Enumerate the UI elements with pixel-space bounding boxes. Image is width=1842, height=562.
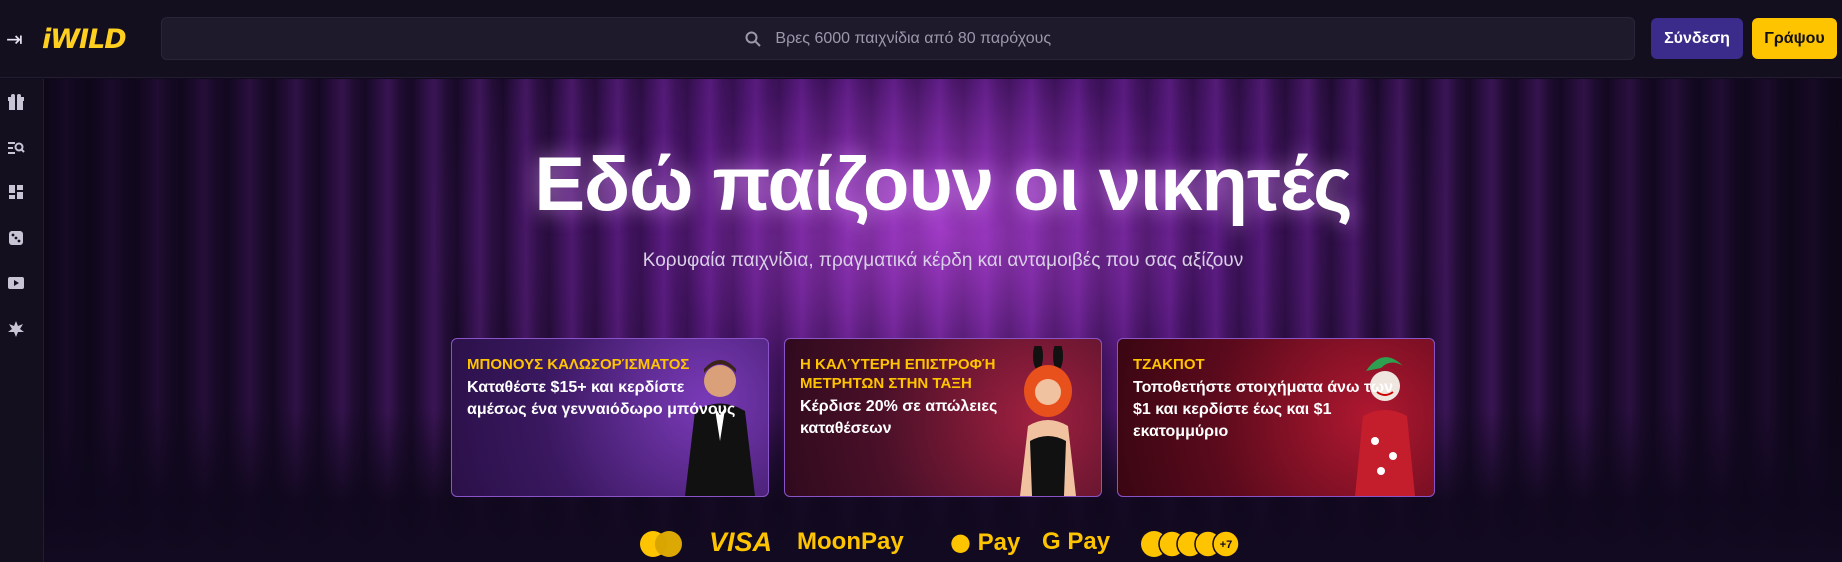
promo-label: ΤΖΑΚΠΟΤ	[1133, 356, 1205, 373]
visa-logo: VISA	[709, 527, 773, 557]
dice-icon[interactable]	[7, 229, 25, 247]
promo-text: Κέρδισε 20% σε απώλειες καταθέσεων	[800, 398, 998, 437]
hero-title: Εδώ παίζουν οι νικητές	[534, 142, 1352, 227]
apple-icon: ●	[950, 528, 971, 556]
crypto-coins-logo: +7	[1141, 530, 1240, 558]
hero-banner: Εδώ παίζουν οι νικητές Κορυφαία παιχνίδι…	[44, 79, 1842, 562]
gift-icon[interactable]	[7, 93, 25, 111]
payment-methods: VISA MoonPay ● Pay G Pay +7	[44, 527, 1842, 561]
register-button[interactable]: Γράψου	[1752, 18, 1837, 59]
sidebar	[0, 79, 44, 562]
top-bar: ⇥ iWILD Βρες 6000 παιχνίδια από 80 παρόχ…	[0, 0, 1842, 78]
burst-icon[interactable]	[7, 320, 25, 338]
apple-pay-logo: ● Pay	[950, 527, 1020, 558]
crypto-more-count: +7	[1220, 539, 1233, 551]
logo[interactable]: iWILD	[42, 24, 127, 55]
play-icon[interactable]	[7, 274, 25, 292]
google-pay-text: Pay	[1067, 528, 1111, 555]
search-list-icon[interactable]	[7, 138, 25, 156]
google-g-icon: G	[1042, 528, 1061, 555]
google-pay-logo: G Pay	[1042, 527, 1110, 557]
sidebar-expand-icon[interactable]: ⇥	[6, 28, 28, 50]
mastercard-logo	[640, 531, 682, 557]
promo-text: Καταθέστε $15+ και κερδίστε αμέσως ένα γ…	[467, 379, 736, 418]
moonpay-logo: MoonPay	[797, 528, 904, 555]
promo-label: Η ΚΑΛΎΤΕΡΗ ΕΠΙΣΤΡΟΦΉ ΜΕΤΡΗΤΩΝ ΣΤΗΝ ΤΑΞΗ	[800, 356, 996, 392]
search-placeholder: Βρες 6000 παιχνίδια από 80 παρόχους	[775, 30, 1052, 47]
promo-card-cashback[interactable]: Η ΚΑΛΎΤΕΡΗ ΕΠΙΣΤΡΟΦΉ ΜΕΤΡΗΤΩΝ ΣΤΗΝ ΤΑΞΗ …	[784, 338, 1102, 497]
search-icon	[745, 31, 761, 47]
promo-text: Τοποθετήστε στοιχήματα άνω των $1 και κε…	[1133, 379, 1394, 440]
login-button[interactable]: Σύνδεση	[1651, 18, 1743, 59]
dashboard-icon[interactable]	[7, 183, 25, 201]
promo-card-jackpot[interactable]: ΤΖΑΚΠΟΤ Τοποθετήστε στοιχήματα άνω των $…	[1117, 338, 1435, 497]
apple-pay-text: Pay	[977, 529, 1021, 556]
search-input[interactable]: Βρες 6000 παιχνίδια από 80 παρόχους	[161, 17, 1635, 60]
hero-subtitle: Κορυφαία παιχνίδια, πραγματικά κέρδη και…	[642, 250, 1244, 271]
promo-card-welcome-bonus[interactable]: ΜΠΟΝΟΥΣ ΚΑΛΩΣΟΡΊΣΜΑΤΟΣ Καταθέστε $15+ κα…	[451, 338, 769, 497]
promo-label: ΜΠΟΝΟΥΣ ΚΑΛΩΣΟΡΊΣΜΑΤΟΣ	[467, 356, 690, 373]
